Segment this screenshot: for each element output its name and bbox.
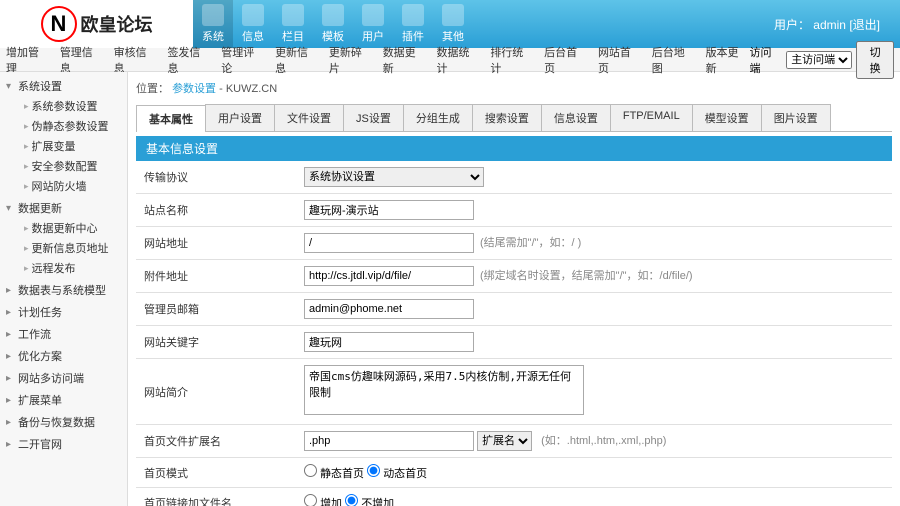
tree-parent[interactable]: ▸工作流 — [2, 324, 125, 344]
sub-nav-item[interactable]: 管理信息 — [60, 44, 104, 76]
keywords-input[interactable] — [304, 332, 474, 352]
sub-nav-item[interactable]: 管理评论 — [221, 44, 265, 76]
user-name: admin — [813, 18, 846, 32]
nav-icon — [322, 4, 344, 26]
breadcrumb-link[interactable]: 参数设置 — [172, 83, 216, 95]
expand-icon: ▸ — [6, 439, 16, 450]
tab[interactable]: 模型设置 — [692, 104, 762, 131]
section-title: 基本信息设置 — [136, 136, 892, 161]
tab[interactable]: 用户设置 — [205, 104, 275, 131]
tab[interactable]: 基本属性 — [136, 105, 206, 132]
tree-parent[interactable]: ▾系统设置 — [2, 76, 125, 96]
tab[interactable]: 信息设置 — [541, 104, 611, 131]
visit-select[interactable]: 主访问端 — [786, 51, 852, 69]
indexmode-static-radio[interactable] — [304, 464, 317, 477]
tree-parent[interactable]: ▸计划任务 — [2, 302, 125, 322]
content: 位置： 参数设置 - KUWZ.CN 基本属性用户设置文件设置JS设置分组生成搜… — [128, 72, 900, 506]
tree-child[interactable]: 远程发布 — [2, 258, 125, 278]
tree-parent[interactable]: ▸备份与恢复数据 — [2, 412, 125, 432]
expand-icon: ▸ — [6, 329, 16, 340]
intro-textarea[interactable]: 帝国cms仿趣味网源码,采用7.5内核仿制,开源无任何限制 — [304, 365, 584, 415]
tree-parent[interactable]: ▸扩展菜单 — [2, 390, 125, 410]
sitename-input[interactable] — [304, 200, 474, 220]
tree-parent[interactable]: ▾数据更新 — [2, 198, 125, 218]
expand-icon: ▸ — [6, 351, 16, 362]
top-nav-item[interactable]: 插件 — [393, 0, 433, 48]
nav-icon — [362, 4, 384, 26]
fileurl-input[interactable] — [304, 266, 474, 286]
sub-nav-item[interactable]: 排行统计 — [490, 44, 534, 76]
sub-nav-item[interactable]: 网站首页 — [598, 44, 642, 76]
expand-icon: ▸ — [6, 285, 16, 296]
breadcrumb: 位置： 参数设置 - KUWZ.CN — [136, 76, 892, 100]
sub-nav-item[interactable]: 后台地图 — [652, 44, 696, 76]
sub-nav-item[interactable]: 审核信息 — [114, 44, 158, 76]
expand-icon: ▾ — [6, 81, 16, 92]
expand-icon: ▾ — [6, 203, 16, 214]
sub-nav-item[interactable]: 签发信息 — [167, 44, 211, 76]
tree-child[interactable]: 系统参数设置 — [2, 96, 125, 116]
top-nav-item[interactable]: 栏目 — [273, 0, 313, 48]
indexmode-dynamic-radio[interactable] — [367, 464, 380, 477]
indexlink-noadd-radio[interactable] — [345, 494, 358, 506]
sub-nav-item[interactable]: 增加管理 — [6, 44, 50, 76]
sub-nav-item[interactable]: 数据统计 — [437, 44, 481, 76]
tabs: 基本属性用户设置文件设置JS设置分组生成搜索设置信息设置FTP/EMAIL模型设… — [136, 104, 892, 132]
top-nav-item[interactable]: 信息 — [233, 0, 273, 48]
tab[interactable]: 分组生成 — [403, 104, 473, 131]
ext-input[interactable] — [304, 431, 474, 451]
sidebar: ▾系统设置系统参数设置伪静态参数设置扩展变量安全参数配置网站防火墙▾数据更新数据… — [0, 72, 128, 506]
ext-select[interactable]: 扩展名 — [477, 431, 532, 451]
top-nav: 系统信息栏目模板用户插件其他 — [193, 0, 774, 48]
tree-child[interactable]: 伪静态参数设置 — [2, 116, 125, 136]
top-nav-item[interactable]: 模板 — [313, 0, 353, 48]
logo-icon: N — [41, 6, 77, 42]
tab[interactable]: 图片设置 — [761, 104, 831, 131]
logout-link[interactable]: [退出] — [849, 18, 880, 32]
visit-label: 访问端 — [749, 44, 782, 76]
adminemail-input[interactable] — [304, 299, 474, 319]
sub-nav: 增加管理管理信息审核信息签发信息管理评论更新信息更新碎片数据更新数据统计排行统计… — [0, 48, 900, 72]
tree-child[interactable]: 扩展变量 — [2, 136, 125, 156]
sub-nav-item[interactable]: 更新碎片 — [329, 44, 373, 76]
expand-icon: ▸ — [6, 373, 16, 384]
tree-parent[interactable]: ▸网站多访问端 — [2, 368, 125, 388]
nav-icon — [282, 4, 304, 26]
top-nav-item[interactable]: 其他 — [433, 0, 473, 48]
tree-child[interactable]: 更新信息页地址 — [2, 238, 125, 258]
tab[interactable]: 文件设置 — [274, 104, 344, 131]
form-table: 传输协议 系统协议设置 站点名称 网站地址 (结尾需加"/"，如：/ ) 附件地… — [136, 161, 892, 506]
protocol-select[interactable]: 系统协议设置 — [304, 167, 484, 187]
indexlink-add-radio[interactable] — [304, 494, 317, 506]
nav-icon — [442, 4, 464, 26]
nav-icon — [242, 4, 264, 26]
tree-parent[interactable]: ▸二开官网 — [2, 434, 125, 454]
expand-icon: ▸ — [6, 307, 16, 318]
tab[interactable]: JS设置 — [343, 104, 404, 131]
tree-parent[interactable]: ▸数据表与系统模型 — [2, 280, 125, 300]
tree-child[interactable]: 网站防火墙 — [2, 176, 125, 196]
nav-icon — [402, 4, 424, 26]
tree-child[interactable]: 安全参数配置 — [2, 156, 125, 176]
tree-parent[interactable]: ▸优化方案 — [2, 346, 125, 366]
sub-nav-item[interactable]: 数据更新 — [383, 44, 427, 76]
tab[interactable]: 搜索设置 — [472, 104, 542, 131]
siteurl-input[interactable] — [304, 233, 474, 253]
top-nav-item[interactable]: 系统 — [193, 0, 233, 48]
logo-text: 欧皇论坛 — [81, 11, 153, 37]
expand-icon: ▸ — [6, 417, 16, 428]
expand-icon: ▸ — [6, 395, 16, 406]
sub-nav-item[interactable]: 版本更新 — [706, 44, 750, 76]
nav-icon — [202, 4, 224, 26]
logo: N 欧皇论坛 — [0, 0, 193, 48]
protocol-label: 传输协议 — [136, 161, 296, 194]
sub-nav-item[interactable]: 更新信息 — [275, 44, 319, 76]
user-area: 用户： admin [退出] — [774, 16, 900, 33]
top-nav-item[interactable]: 用户 — [353, 0, 393, 48]
tree-child[interactable]: 数据更新中心 — [2, 218, 125, 238]
tab[interactable]: FTP/EMAIL — [610, 104, 693, 131]
sub-nav-item[interactable]: 后台首页 — [544, 44, 588, 76]
